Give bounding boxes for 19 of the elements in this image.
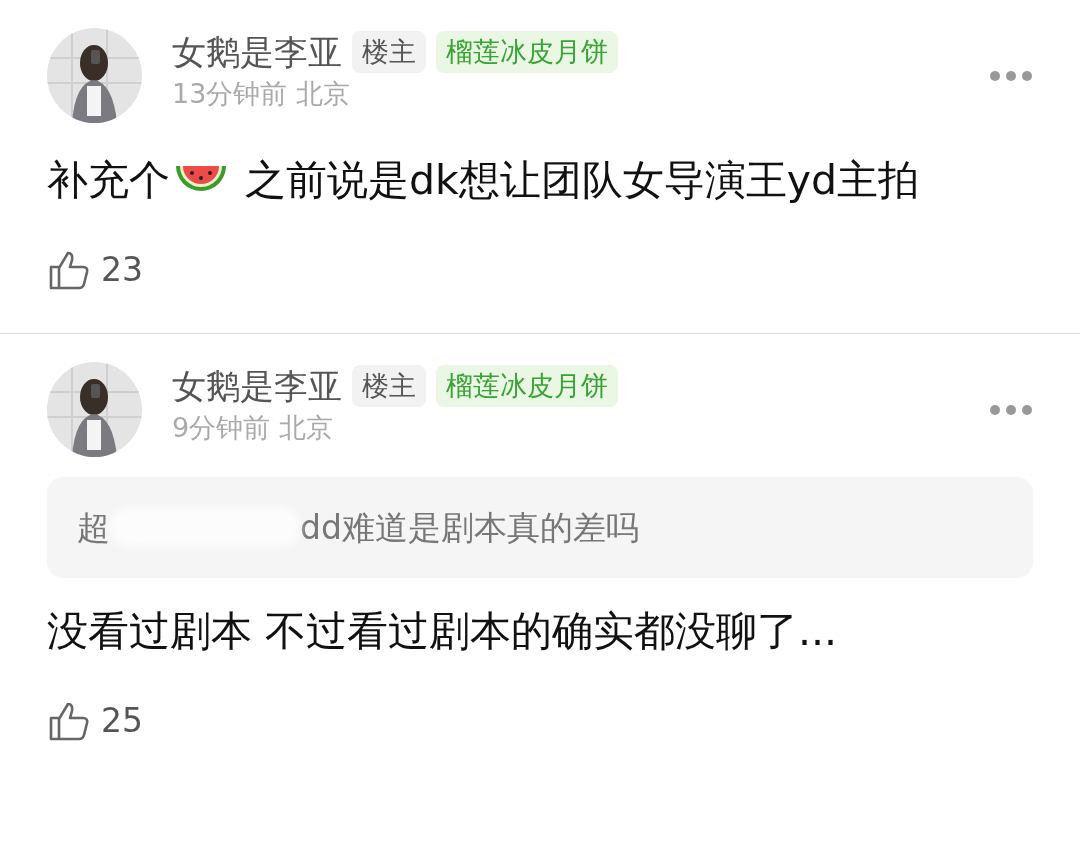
post-time: 9分钟前 <box>172 411 271 443</box>
fan-tag: 榴莲冰皮月饼 <box>436 364 618 407</box>
comment-text: 之前说是dk想让团队女导演王yd主拍 <box>244 156 920 204</box>
more-icon[interactable] <box>989 70 1033 82</box>
fan-tag: 榴莲冰皮月饼 <box>436 31 618 73</box>
user-name: 女鹅是李亚 <box>172 31 342 74</box>
comment-text: 没看过剧本 不过看过剧本的确实都没聊了... <box>47 607 838 655</box>
location: 北京 <box>295 78 350 109</box>
more-icon[interactable] <box>989 403 1033 416</box>
post-time: 13分钟前 <box>172 78 288 109</box>
author-tag: 楼主 <box>352 364 426 407</box>
comment-text: 补充个 <box>47 156 170 204</box>
quote-text: 超 <box>77 506 110 549</box>
quote-text: dd难道是剧本真的差吗 <box>300 506 639 549</box>
author-tag: 楼主 <box>352 31 426 73</box>
user-name: 女鹅是李亚 <box>172 364 342 408</box>
like-count: 23 <box>101 249 143 291</box>
location: 北京 <box>278 411 333 443</box>
like-count: 25 <box>101 700 143 742</box>
